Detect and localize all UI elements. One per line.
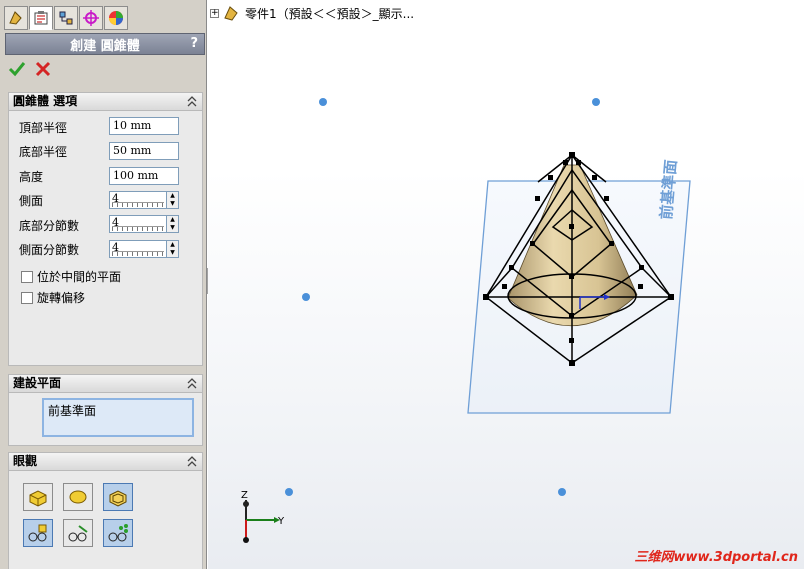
sides-slider[interactable]	[112, 202, 164, 207]
graphics-viewport[interactable]: 前基準面 Z Y + 零件1（預設＜＜預設＞_顯示... 三维网www.3dpo…	[208, 0, 804, 569]
display-header[interactable]: 眼觀	[9, 453, 202, 471]
dimxpert-icon[interactable]	[79, 6, 103, 30]
rotate-offset-label: 旋轉偏移	[37, 291, 86, 305]
plane-selection-box[interactable]: 前基準面	[42, 398, 194, 437]
wireframe-box-button[interactable]	[103, 483, 133, 511]
cone-options-header[interactable]: 圓錐體 選項	[9, 93, 202, 111]
collapse-icon[interactable]	[186, 378, 198, 389]
shaded-box-button[interactable]	[23, 483, 53, 511]
glasses-line-icon	[68, 525, 88, 542]
feature-manager-icon[interactable]	[4, 6, 28, 30]
glasses-points-button[interactable]	[103, 519, 133, 547]
close-icon	[35, 61, 51, 77]
reference-point[interactable]	[285, 488, 293, 496]
shaded-box-icon	[29, 490, 47, 507]
wireframe-box-icon	[109, 490, 127, 507]
construction-plane-group: 建設平面 前基準面	[8, 374, 203, 446]
reference-point[interactable]	[319, 98, 327, 106]
bottom-radius-label: 底部半徑	[19, 145, 68, 159]
part-icon	[224, 6, 238, 21]
cancel-button[interactable]	[34, 60, 52, 78]
reference-point[interactable]	[558, 488, 566, 496]
construction-plane-title: 建設平面	[13, 376, 62, 390]
sides-spinner[interactable]: 4 ▲ ▼	[109, 191, 179, 209]
3d-scene[interactable]: 前基準面 Z Y	[208, 0, 804, 569]
ok-button[interactable]	[8, 60, 26, 78]
coordinate-triad[interactable]: Z Y	[241, 490, 285, 543]
construction-plane-header[interactable]: 建設平面	[9, 375, 202, 393]
mid-plane-label: 位於中間的平面	[37, 270, 122, 284]
watermark: 三维网www.3dportal.cn	[634, 550, 798, 565]
bottom-sections-spinner[interactable]: 4 ▲ ▼	[109, 215, 179, 233]
side-sections-stepper-icon[interactable]: ▲ ▼	[166, 241, 178, 257]
ellipsoid-button[interactable]	[63, 483, 93, 511]
glasses-points-icon	[108, 524, 128, 542]
reference-point[interactable]	[302, 293, 310, 301]
display-manager-icon[interactable]	[104, 6, 128, 30]
sides-stepper-icon[interactable]: ▲ ▼	[166, 192, 178, 208]
bottom-sections-label: 底部分節數	[19, 219, 80, 233]
top-radius-label: 頂部半徑	[19, 121, 68, 135]
solidworks-window: 創建 圓錐體 ? 圓錐體 選項 頂部半徑 10 mm 底部半徑 50 mm 高度…	[0, 0, 804, 569]
mid-plane-checkbox[interactable]	[21, 271, 33, 283]
display-group: 眼觀	[8, 452, 203, 569]
sides-label: 側面	[19, 194, 44, 208]
checkmark-icon	[8, 62, 26, 77]
height-input[interactable]: 100 mm	[109, 167, 179, 185]
bottom-sections-slider[interactable]	[112, 226, 164, 231]
collapse-icon[interactable]	[186, 96, 198, 107]
rotate-offset-checkbox[interactable]	[21, 292, 33, 304]
cone-options-title: 圓錐體 選項	[13, 94, 78, 108]
feature-tree-flyout[interactable]: + 零件1（預設＜＜預設＞_顯示...	[210, 4, 414, 22]
triad-z-label: Z	[241, 490, 248, 501]
reference-point[interactable]	[592, 98, 600, 106]
triad-y-label: Y	[277, 516, 285, 527]
glasses-line-button[interactable]	[63, 519, 93, 547]
property-manager-panel: 創建 圓錐體 ? 圓錐體 選項 頂部半徑 10 mm 底部半徑 50 mm 高度…	[0, 0, 207, 569]
tree-part-name: 零件1（預設＜＜預設＞_顯示...	[245, 6, 415, 21]
ellipsoid-icon	[69, 490, 87, 504]
glasses-plane-button[interactable]	[23, 519, 53, 547]
glasses-plane-icon	[28, 524, 47, 542]
display-title: 眼觀	[13, 454, 38, 468]
side-sections-spinner[interactable]: 4 ▲ ▼	[109, 240, 179, 258]
side-sections-label: 側面分節數	[19, 243, 80, 257]
bottom-radius-input[interactable]: 50 mm	[109, 142, 179, 160]
panel-title-text: 創建 圓錐體	[70, 38, 140, 54]
tree-expand-icon[interactable]: +	[210, 8, 219, 18]
height-label: 高度	[19, 170, 44, 184]
panel-tabs	[4, 6, 128, 32]
cone-options-group: 圓錐體 選項 頂部半徑 10 mm 底部半徑 50 mm 高度 100 mm 側…	[8, 92, 203, 366]
bottom-sections-stepper-icon[interactable]: ▲ ▼	[166, 216, 178, 232]
collapse-icon[interactable]	[186, 456, 198, 467]
property-manager-title: 創建 圓錐體 ?	[5, 33, 205, 55]
top-radius-input[interactable]: 10 mm	[109, 117, 179, 135]
configuration-manager-icon[interactable]	[54, 6, 78, 30]
side-sections-slider[interactable]	[112, 251, 164, 256]
property-manager-icon[interactable]	[29, 6, 53, 30]
selected-plane: 前基準面	[48, 404, 97, 418]
help-button[interactable]: ?	[190, 36, 198, 51]
